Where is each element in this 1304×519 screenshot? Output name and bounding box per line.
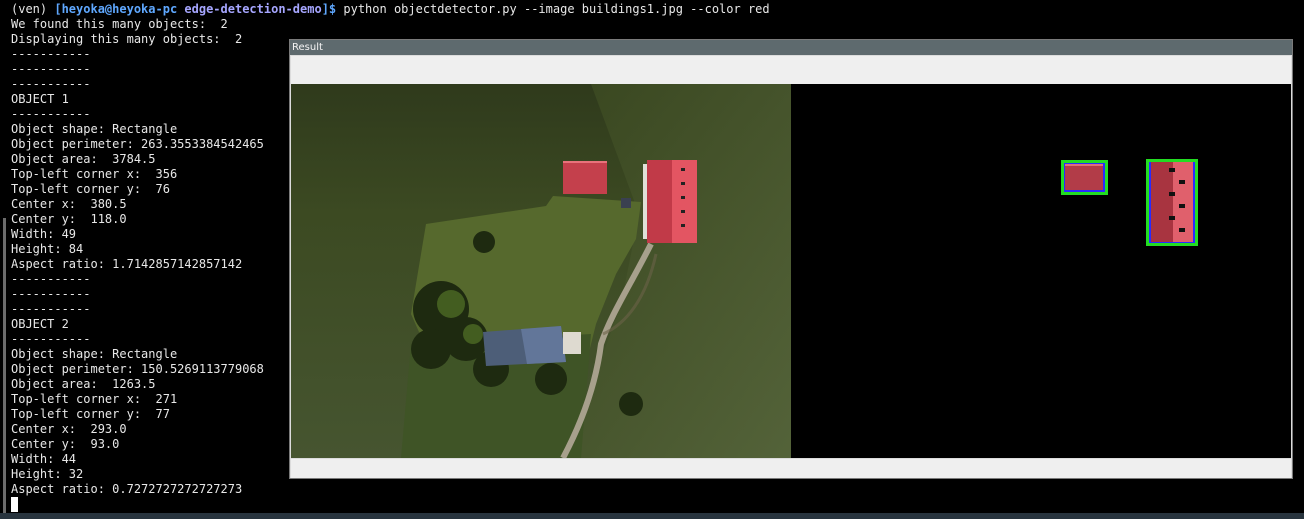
- result-window-statusbar: [291, 459, 1291, 478]
- aerial-photo: [291, 84, 791, 458]
- terminal-line: Aspect ratio: 0.7272727272727273: [11, 482, 243, 496]
- prompt-venv: (ven): [11, 2, 55, 16]
- prompt-directory: edge-detection-demo: [177, 2, 322, 16]
- result-window[interactable]: Result: [289, 39, 1293, 479]
- result-window-toolbar: [291, 56, 1291, 84]
- prompt-command: python objectdetector.py --image buildin…: [336, 2, 770, 16]
- detection-mask: [791, 84, 1291, 458]
- result-image-canvas: [291, 84, 1291, 458]
- detected-object-2: [1061, 160, 1108, 195]
- result-window-titlebar[interactable]: Result: [290, 40, 1292, 55]
- prompt-user-host: [heyoka@heyoka-pc: [54, 2, 178, 16]
- parking-area: [563, 332, 581, 354]
- terminal-prompt-line: (ven) [heyoka@heyoka-pc edge-detection-d…: [11, 2, 770, 17]
- terminal-line: We found this many objects: 2: [11, 17, 228, 31]
- terminal-scrollbar[interactable]: [3, 218, 6, 519]
- text-cursor: [11, 497, 18, 512]
- result-image: [291, 84, 1291, 458]
- detected-object-1: [1146, 159, 1198, 246]
- result-window-title: Result: [292, 42, 323, 53]
- shed: [621, 198, 631, 208]
- terminal-bottom-border: [0, 513, 1304, 519]
- red-roof-building-small: [563, 161, 607, 194]
- prompt-end: ]$: [321, 2, 337, 16]
- terminal-input-line[interactable]: [11, 497, 770, 512]
